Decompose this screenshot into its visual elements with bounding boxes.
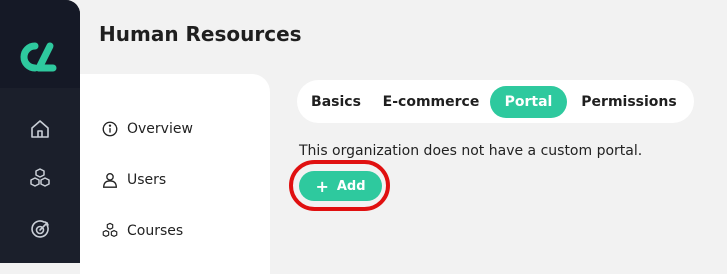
add-button-label: Add bbox=[336, 178, 366, 194]
sidebar-item-label: Users bbox=[127, 172, 167, 188]
tab-basics[interactable]: Basics bbox=[300, 86, 372, 118]
sidebar-item-users[interactable]: Users bbox=[101, 168, 166, 192]
tab-bar: Basics E-commerce Portal Permissions bbox=[297, 80, 694, 123]
sidebar-item-label: Overview bbox=[127, 121, 193, 137]
tab-portal[interactable]: Portal bbox=[490, 85, 567, 118]
tab-permissions[interactable]: Permissions bbox=[567, 86, 691, 118]
plus-icon: + bbox=[315, 176, 329, 196]
user-icon bbox=[103, 173, 117, 188]
tab-e-commerce[interactable]: E-commerce bbox=[372, 86, 490, 118]
sidebar-item-label: Courses bbox=[127, 223, 184, 239]
cubes-icon[interactable] bbox=[28, 167, 52, 191]
add-portal-button[interactable]: + Add bbox=[299, 171, 382, 201]
info-icon bbox=[102, 121, 118, 137]
cubes-icon bbox=[102, 222, 118, 237]
target-icon[interactable] bbox=[28, 217, 52, 241]
home-icon[interactable] bbox=[28, 117, 52, 141]
nav-rail bbox=[0, 0, 80, 263]
sidebar-item-courses[interactable]: Courses bbox=[101, 219, 183, 243]
page-title: Human Resources bbox=[99, 22, 302, 46]
portal-message: This organization does not have a custom… bbox=[299, 143, 643, 159]
logo-icon[interactable] bbox=[13, 41, 65, 73]
sidebar-item-overview[interactable]: Overview bbox=[101, 117, 193, 141]
sidebar-card: Overview Users Courses bbox=[80, 74, 270, 274]
